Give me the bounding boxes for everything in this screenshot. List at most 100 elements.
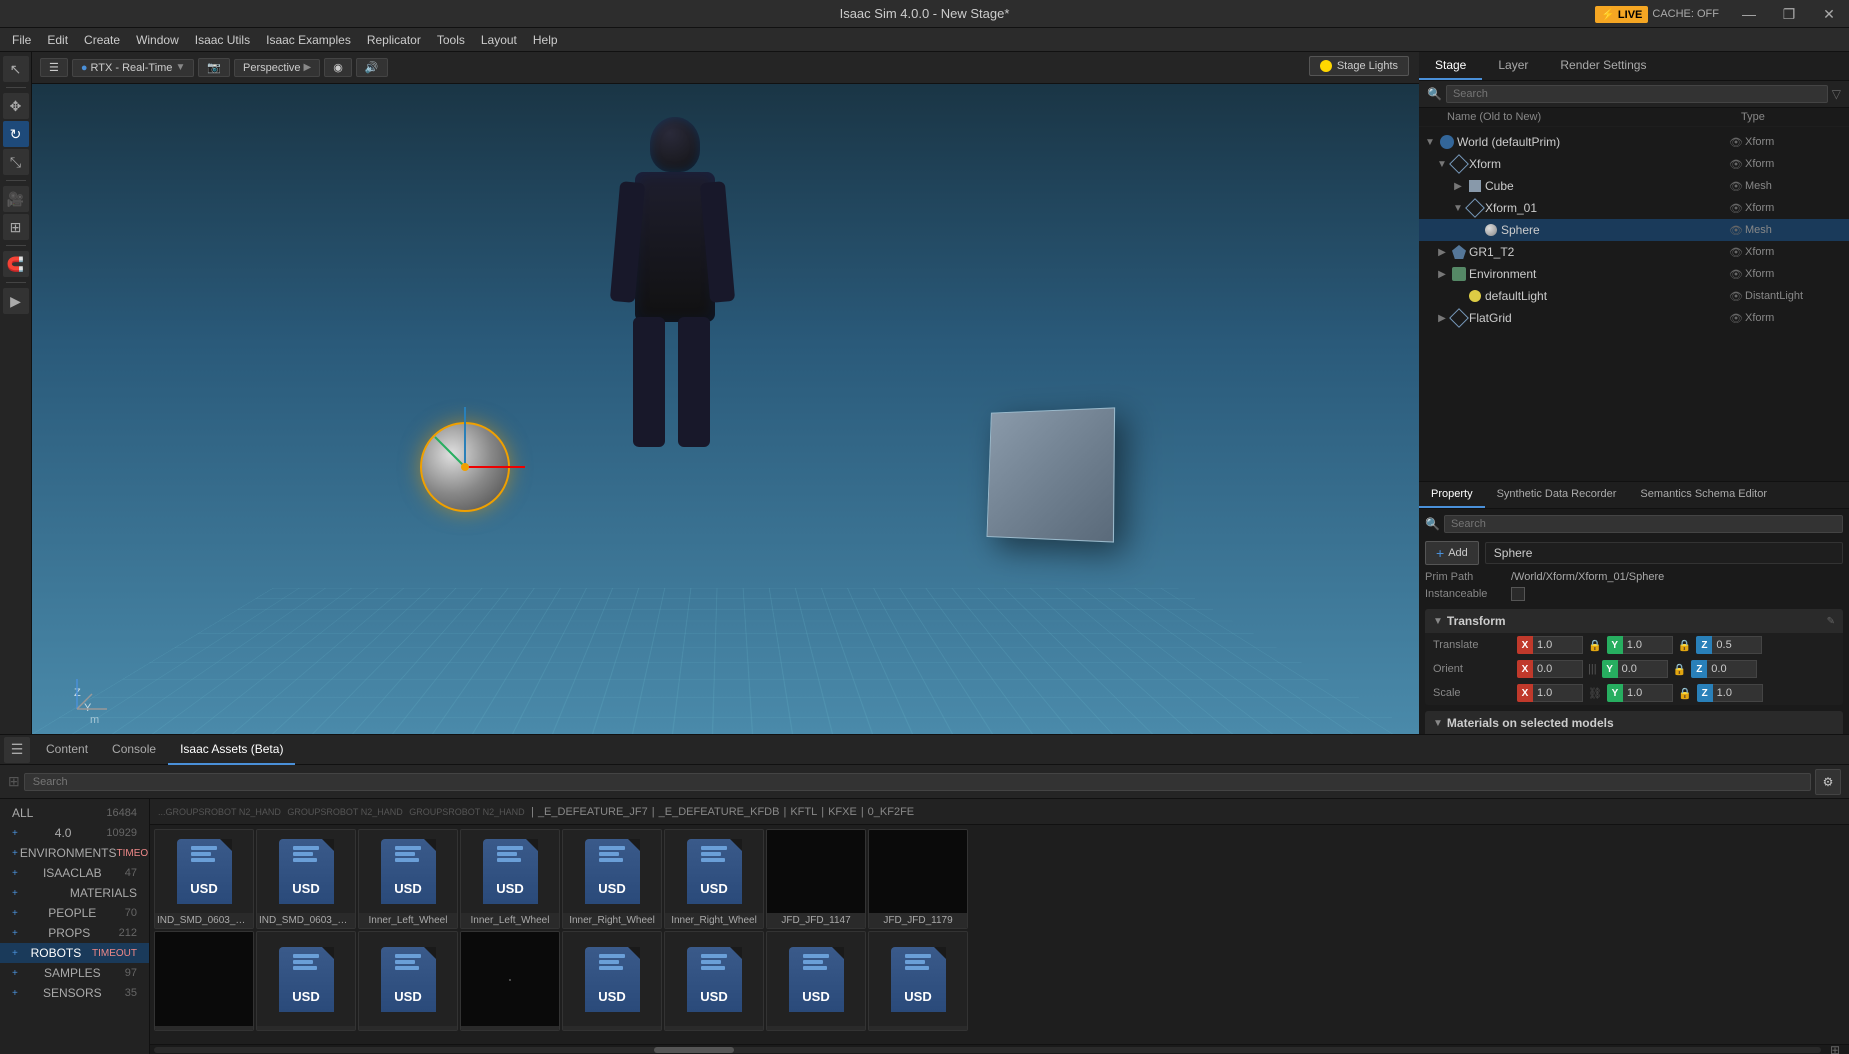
- tree-row-flatgrid[interactable]: ▶ FlatGrid 👁 Xform: [1419, 307, 1849, 329]
- props-add-button[interactable]: + Add: [1425, 541, 1479, 565]
- props-search-input[interactable]: [1444, 515, 1843, 533]
- asset-home-icon[interactable]: ⊞: [8, 773, 20, 790]
- asset-item-inner-right-wheel-1[interactable]: Inner_Right_Wheel: [562, 829, 662, 929]
- tool-rotate[interactable]: ↻: [3, 121, 29, 147]
- vis-flatgrid[interactable]: 👁: [1727, 309, 1745, 327]
- vis-gr1t2[interactable]: 👁: [1727, 243, 1745, 261]
- tree-row-world[interactable]: ▼ World (defaultPrim) 👁 Xform: [1419, 131, 1849, 153]
- tree-row-gr1t2[interactable]: ▶ GR1_T2 👁 Xform: [1419, 241, 1849, 263]
- tab-content[interactable]: Content: [34, 735, 100, 765]
- translate-x-input[interactable]: [1533, 636, 1583, 654]
- bottom-toolbar-btn[interactable]: ☰: [4, 737, 30, 763]
- tool-snap[interactable]: 🧲: [3, 251, 29, 277]
- transform-section-header[interactable]: ▼ Transform ✎: [1425, 609, 1843, 633]
- viewport-menu-button[interactable]: ☰: [40, 58, 68, 77]
- tab-stage[interactable]: Stage: [1419, 52, 1482, 80]
- translate-lock[interactable]: 🔒: [1588, 639, 1602, 652]
- grid-view-icon[interactable]: ⊞: [1830, 1043, 1840, 1054]
- menu-isaac-utils[interactable]: Isaac Utils: [187, 31, 258, 49]
- scale-lock[interactable]: ⛓: [1588, 687, 1602, 700]
- asset-scrollbar[interactable]: ⊞: [150, 1044, 1849, 1054]
- transform-section-edit-icon[interactable]: ✎: [1827, 616, 1835, 627]
- cat-props[interactable]: + PROPS 212: [0, 923, 149, 943]
- asset-item-row2-1[interactable]: [154, 931, 254, 1031]
- vis-environment[interactable]: 👁: [1727, 265, 1745, 283]
- camera-button[interactable]: 📷: [198, 58, 230, 77]
- menu-file[interactable]: File: [4, 31, 39, 49]
- scale-x-input[interactable]: [1533, 684, 1583, 702]
- asset-item-row2-4[interactable]: ·: [460, 931, 560, 1031]
- orient-y-input[interactable]: [1618, 660, 1668, 678]
- sphere-object[interactable]: [420, 422, 510, 512]
- translate-z-input[interactable]: [1712, 636, 1762, 654]
- expand-xform[interactable]: ▼: [1435, 157, 1449, 171]
- tool-select[interactable]: ↖: [3, 56, 29, 82]
- stage-lights-button[interactable]: Stage Lights: [1309, 56, 1409, 76]
- tab-console[interactable]: Console: [100, 735, 168, 765]
- asset-item-jfd-1179[interactable]: JFD_JFD_1179: [868, 829, 968, 929]
- asset-item-row2-2[interactable]: [256, 931, 356, 1031]
- expand-flatgrid[interactable]: ▶: [1435, 311, 1449, 325]
- expand-sphere[interactable]: [1467, 223, 1481, 237]
- vis-xform01[interactable]: 👁: [1727, 199, 1745, 217]
- tree-row-xform01[interactable]: ▼ Xform_01 👁 Xform: [1419, 197, 1849, 219]
- tool-scale[interactable]: ⤡: [3, 149, 29, 175]
- asset-item-ind-smd-0603-b-h08-kfdf[interactable]: IND_SMD_0603_B_H08 0_KFDF: [154, 829, 254, 929]
- asset-item-row2-3[interactable]: [358, 931, 458, 1031]
- asset-item-ind-smd-0603-b-h08-kfjc[interactable]: IND_SMD_0603_B_H08 0_KFjC: [256, 829, 356, 929]
- vis-xform[interactable]: 👁: [1727, 155, 1745, 173]
- materials-section-header[interactable]: ▼ Materials on selected models: [1425, 711, 1843, 734]
- tree-search-input[interactable]: [1446, 85, 1828, 103]
- menu-window[interactable]: Window: [128, 31, 187, 49]
- perspective-button[interactable]: Perspective ▶: [234, 59, 320, 77]
- cube-object[interactable]: [986, 407, 1115, 542]
- orient-z-input[interactable]: [1707, 660, 1757, 678]
- asset-item-row2-8[interactable]: [868, 931, 968, 1031]
- menu-edit[interactable]: Edit: [39, 31, 76, 49]
- menu-replicator[interactable]: Replicator: [359, 31, 429, 49]
- cat-sensors[interactable]: + SENSORS 35: [0, 983, 149, 1003]
- cat-all[interactable]: ALL 16484: [0, 803, 149, 823]
- close-button[interactable]: ✕: [1809, 0, 1849, 28]
- asset-item-row2-5[interactable]: [562, 931, 662, 1031]
- expand-xform01[interactable]: ▼: [1451, 201, 1465, 215]
- tool-grid[interactable]: ⊞: [3, 214, 29, 240]
- tree-row-xform[interactable]: ▼ Xform 👁 Xform: [1419, 153, 1849, 175]
- tab-semantics-schema-editor[interactable]: Semantics Schema Editor: [1628, 482, 1779, 508]
- menu-isaac-examples[interactable]: Isaac Examples: [258, 31, 359, 49]
- asset-item-inner-right-wheel-2[interactable]: Inner_Right_Wheel: [664, 829, 764, 929]
- tab-layer[interactable]: Layer: [1482, 52, 1544, 80]
- scale-z-input[interactable]: [1713, 684, 1763, 702]
- expand-gr1t2[interactable]: ▶: [1435, 245, 1449, 259]
- asset-item-row2-7[interactable]: [766, 931, 866, 1031]
- render-mode-button[interactable]: ● RTX - Real-Time ▼: [72, 59, 194, 77]
- expand-defaultlight[interactable]: [1451, 289, 1465, 303]
- tool-camera[interactable]: 🎥: [3, 186, 29, 212]
- display-button[interactable]: ◉: [324, 58, 352, 77]
- asset-item-jfd-1147[interactable]: JFD_JFD_1147: [766, 829, 866, 929]
- cat-isaaclab[interactable]: + ISAACLAB 47: [0, 863, 149, 883]
- tool-move[interactable]: ✥: [3, 93, 29, 119]
- vis-defaultlight[interactable]: 👁: [1727, 287, 1745, 305]
- minimize-button[interactable]: —: [1729, 0, 1769, 28]
- tree-row-sphere[interactable]: Sphere 👁 Mesh: [1419, 219, 1849, 241]
- menu-help[interactable]: Help: [525, 31, 566, 49]
- instanceable-checkbox[interactable]: [1511, 587, 1525, 601]
- tree-filter-icon[interactable]: ▽: [1832, 87, 1841, 101]
- tree-row-environment[interactable]: ▶ Environment 👁 Xform: [1419, 263, 1849, 285]
- asset-search-input[interactable]: [24, 773, 1811, 791]
- cat-environments[interactable]: + ENVIRONMENTS TIMEOUT: [0, 843, 149, 863]
- menu-layout[interactable]: Layout: [473, 31, 525, 49]
- tool-play[interactable]: ▶: [3, 288, 29, 314]
- tree-row-cube[interactable]: ▶ Cube 👁 Mesh: [1419, 175, 1849, 197]
- cat-materials[interactable]: + MATERIALS: [0, 883, 149, 903]
- expand-environment[interactable]: ▶: [1435, 267, 1449, 281]
- tab-render-settings[interactable]: Render Settings: [1544, 52, 1662, 80]
- viewport[interactable]: Z Y m: [32, 84, 1419, 734]
- cat-robots[interactable]: + ROBOTS TIMEOUT: [0, 943, 149, 963]
- asset-settings-button[interactable]: ⚙: [1815, 769, 1841, 795]
- asset-item-inner-left-wheel-2[interactable]: Inner_Left_Wheel: [460, 829, 560, 929]
- menu-tools[interactable]: Tools: [429, 31, 473, 49]
- cat-40[interactable]: + 4.0 10929: [0, 823, 149, 843]
- tab-synthetic-data-recorder[interactable]: Synthetic Data Recorder: [1485, 482, 1629, 508]
